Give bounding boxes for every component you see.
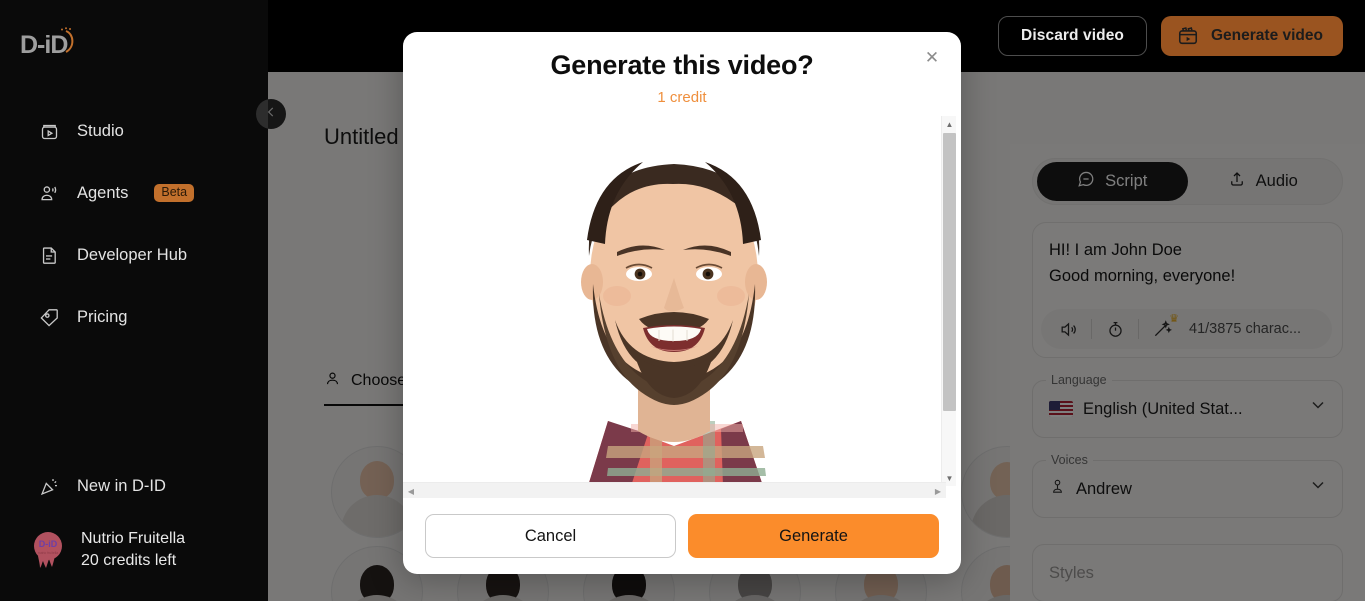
generate-video-modal: ✕ Generate this video? 1 credit D-ID ▲ ▼…: [403, 32, 961, 574]
discard-video-button[interactable]: Discard video: [998, 16, 1147, 56]
agents-icon: [38, 182, 60, 204]
portrait-illustration: [403, 116, 946, 486]
cancel-button[interactable]: Cancel: [425, 514, 677, 558]
scroll-up-arrow-icon[interactable]: ▲: [942, 116, 957, 132]
tag-icon: [38, 306, 60, 328]
app-root: Untitled Choose: [0, 0, 1365, 601]
confetti-icon: [38, 475, 60, 497]
video-clip-icon: [1177, 25, 1199, 47]
svg-text:nutrio fruitella: nutrio fruitella: [38, 551, 58, 555]
scroll-right-arrow-icon[interactable]: ▶: [930, 483, 946, 498]
sidebar-item-studio-label: Studio: [77, 121, 124, 140]
sidebar-nav: Studio Agents Beta Developer Hub Pricing: [0, 108, 268, 340]
generate-button[interactable]: Generate: [688, 514, 939, 558]
did-watermark: D-ID: [429, 435, 475, 457]
preview-horizontal-scrollbar[interactable]: ◀ ▶: [403, 482, 946, 498]
did-logo[interactable]: D-iD: [20, 25, 78, 67]
generate-video-button[interactable]: Generate video: [1161, 16, 1343, 56]
sidebar: D-iD Studio Agents Beta Developer Hub Pr…: [0, 0, 268, 601]
account-block[interactable]: D-iD nutrio fruitella Nutrio Fruitella 2…: [0, 529, 268, 571]
document-icon: [38, 244, 60, 266]
video-preview-area: D-ID ▲ ▼ ◀ ▶: [403, 116, 961, 498]
sidebar-item-studio[interactable]: Studio: [0, 108, 268, 154]
agents-beta-badge: Beta: [154, 184, 195, 202]
sidebar-item-pricing-label: Pricing: [77, 307, 128, 326]
sidebar-item-agents-label: Agents: [77, 183, 129, 202]
generate-video-label: Generate video: [1211, 27, 1323, 44]
modal-footer: Cancel Generate: [403, 498, 961, 574]
account-credits: 20 credits left: [81, 552, 177, 569]
modal-credit-cost: 1 credit: [657, 89, 707, 106]
sidebar-bottom: New in D-ID D-iD nutrio fruitella Nutrio…: [0, 465, 268, 571]
close-icon[interactable]: ✕: [919, 45, 945, 71]
preview-image: D-ID ▲ ▼ ◀ ▶: [403, 116, 961, 498]
sidebar-item-developer-hub-label: Developer Hub: [77, 245, 188, 264]
preview-vertical-scrollbar[interactable]: ▲ ▼: [941, 116, 956, 486]
sidebar-item-pricing[interactable]: Pricing: [0, 294, 268, 340]
scroll-left-arrow-icon[interactable]: ◀: [403, 483, 419, 498]
sidebar-item-agents[interactable]: Agents Beta: [0, 170, 268, 216]
vertical-scroll-thumb[interactable]: [943, 133, 956, 411]
sidebar-item-developer-hub[interactable]: Developer Hub: [0, 232, 268, 278]
svg-text:D-iD: D-iD: [20, 31, 67, 59]
studio-icon: [38, 120, 60, 142]
wax-seal-avatar: D-iD nutrio fruitella: [31, 530, 67, 570]
svg-text:D-iD: D-iD: [39, 539, 58, 549]
sidebar-item-new-in-did[interactable]: New in D-ID: [0, 465, 268, 507]
sidebar-item-new-in-did-label: New in D-ID: [77, 476, 166, 495]
account-name: Nutrio Fruitella: [81, 530, 186, 547]
modal-title: Generate this video?: [550, 50, 814, 80]
